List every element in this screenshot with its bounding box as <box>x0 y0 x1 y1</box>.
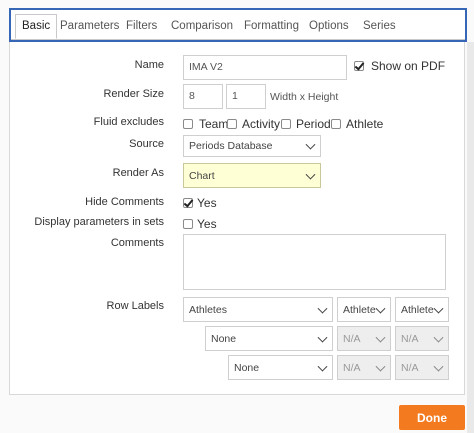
chevron-down-icon <box>375 303 386 314</box>
row-label-col2-select-1[interactable]: Athlete Pr <box>337 297 391 322</box>
row-label-col2-select-2[interactable]: N/A <box>337 326 391 351</box>
row-label-col3-select-3[interactable]: N/A <box>395 355 449 380</box>
tab-parameters[interactable]: Parameters <box>54 14 125 39</box>
chevron-down-icon <box>375 361 386 372</box>
fluid-activity-label: Activity <box>242 117 281 131</box>
chevron-down-icon <box>305 139 316 150</box>
fluid-excludes-label: Fluid excludes <box>93 116 164 128</box>
row-label-col2-value-2: N/A <box>343 332 361 345</box>
display-params-option: Yes <box>197 217 217 231</box>
fluid-athlete-label: Athlete <box>346 117 384 131</box>
chevron-down-icon <box>317 303 328 314</box>
done-button[interactable]: Done <box>399 405 465 430</box>
chevron-down-icon <box>433 303 444 314</box>
tab-series[interactable]: Series <box>357 14 402 39</box>
tab-divider <box>11 39 465 40</box>
chevron-down-icon <box>433 361 444 372</box>
tab-options[interactable]: Options <box>303 14 355 39</box>
display-params-checkbox[interactable] <box>183 219 193 229</box>
row-label-col3-value-1: Athlete Pr <box>401 303 434 316</box>
name-label: Name <box>134 59 164 71</box>
tab-comparison[interactable]: Comparison <box>165 14 239 39</box>
row-label-value-3: None <box>234 361 260 374</box>
row-label-col2-value-1: Athlete Pr <box>343 303 376 316</box>
fluid-period-label: Period <box>296 117 331 131</box>
fluid-team-checkbox[interactable] <box>183 119 193 129</box>
show-on-pdf-checkbox[interactable] <box>354 61 364 71</box>
row-label-select-1[interactable]: Athletes <box>183 297 333 322</box>
tab-formatting[interactable]: Formatting <box>238 14 305 39</box>
comments-textarea[interactable] <box>183 234 446 290</box>
row-label-value-2: None <box>211 332 237 345</box>
chevron-down-icon <box>433 332 444 343</box>
tab-filters[interactable]: Filters <box>120 14 163 39</box>
row-label-col2-value-3: N/A <box>343 361 361 374</box>
tab-bar: Basic Parameters Filters Comparison Form… <box>9 8 467 42</box>
render-as-value: Chart <box>189 169 215 182</box>
source-select[interactable]: Periods Database <box>183 135 321 157</box>
chevron-down-icon <box>317 361 328 372</box>
row-label-col3-select-1[interactable]: Athlete Pr <box>395 297 449 322</box>
fluid-period-checkbox[interactable] <box>281 119 291 129</box>
tab-basic[interactable]: Basic <box>15 14 58 39</box>
chevron-down-icon <box>305 169 316 180</box>
render-size-label: Render Size <box>103 88 164 100</box>
show-on-pdf-label: Show on PDF <box>371 59 446 73</box>
hide-comments-checkbox[interactable] <box>183 198 193 208</box>
chevron-down-icon <box>375 332 386 343</box>
row-label-value-1: Athletes <box>189 303 227 316</box>
fluid-athlete-checkbox[interactable] <box>331 119 341 129</box>
row-label-select-2[interactable]: None <box>205 326 333 351</box>
report-settings-dialog: Basic Parameters Filters Comparison Form… <box>0 0 474 433</box>
render-size-hint: Width x Height <box>270 91 339 103</box>
row-label-col3-value-3: N/A <box>401 361 419 374</box>
hide-comments-option: Yes <box>197 196 217 210</box>
display-params-label: Display parameters in sets <box>34 216 164 228</box>
fluid-team-label: Team <box>199 117 229 131</box>
row-labels-label: Row Labels <box>106 300 164 312</box>
render-as-select[interactable]: Chart <box>183 163 321 188</box>
render-width-input[interactable]: 8 <box>183 84 223 109</box>
row-label-col3-value-2: N/A <box>401 332 419 345</box>
hide-comments-label: Hide Comments <box>85 196 164 208</box>
row-label-col2-select-3[interactable]: N/A <box>337 355 391 380</box>
row-label-col3-select-2[interactable]: N/A <box>395 326 449 351</box>
comments-label: Comments <box>110 237 164 249</box>
scrollbar[interactable] <box>467 42 474 433</box>
render-height-input[interactable]: 1 <box>226 84 266 109</box>
fluid-activity-checkbox[interactable] <box>227 119 237 129</box>
render-as-label: Render As <box>112 167 164 179</box>
basic-panel: Name IMA V2 Show on PDF Render Size 8 1 … <box>9 42 465 395</box>
name-input[interactable]: IMA V2 <box>183 55 347 80</box>
source-value: Periods Database <box>189 140 273 152</box>
row-label-select-3[interactable]: None <box>228 355 333 380</box>
chevron-down-icon <box>317 332 328 343</box>
source-label: Source <box>129 138 164 150</box>
